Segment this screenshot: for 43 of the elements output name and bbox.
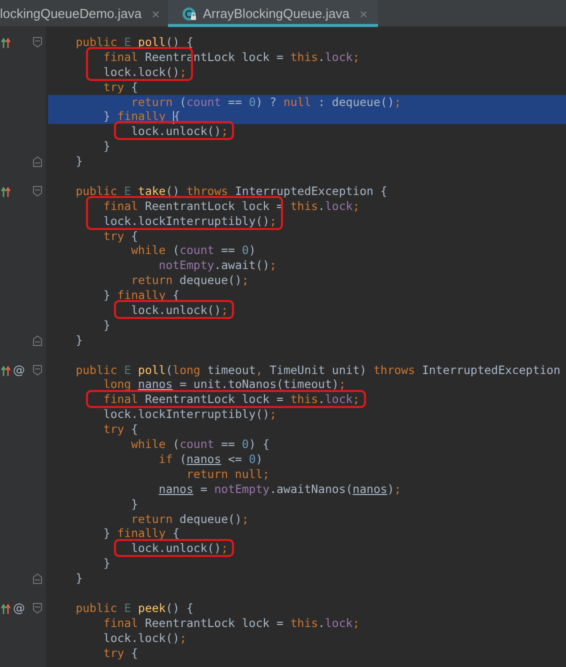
code-line: return dequeue(); <box>130 273 250 288</box>
code-line: } <box>102 556 112 572</box>
code-line: lock.unlock(); <box>130 541 230 556</box>
fold-icon <box>33 602 42 614</box>
fold-icon <box>33 186 42 197</box>
code-line: final ReentrantLock lock = this.lock; <box>102 616 361 631</box>
code-line: while (count == 0) { <box>130 437 271 452</box>
code-line: lock.lock(); <box>102 64 188 80</box>
annotation-mark: @ <box>12 363 26 378</box>
code-line: if (nanos <= 0) <box>158 452 264 467</box>
code-line: long nanos = unit.toNanos(timeout); <box>102 377 347 392</box>
annotation-mark: @ <box>12 601 26 616</box>
fold-icon <box>33 364 42 376</box>
editor-tab[interactable]: lockingQueueDemo.java × <box>0 0 168 27</box>
code-line: lock.unlock(); <box>130 124 230 140</box>
code-line: lock.lock(); <box>102 630 188 646</box>
code-line: try { <box>102 228 140 244</box>
code-line: lock.unlock(); <box>130 303 230 318</box>
code-line: return null; <box>185 466 271 482</box>
code-line: notEmpty.await(); <box>158 258 278 274</box>
code-line: public E peek() { <box>74 600 194 616</box>
code-line: } finally { <box>102 526 181 542</box>
code-line: lock.lockInterruptibly(); <box>102 214 278 229</box>
code-line: } <box>102 139 112 154</box>
close-icon[interactable]: × <box>152 6 160 22</box>
code-line: public E take() throws InterruptedException { <box>74 184 388 199</box>
code-line: } <box>74 154 84 170</box>
code-line: } <box>130 496 140 512</box>
editor-tab[interactable]: ArrayBlockingQueue.java × <box>168 0 378 27</box>
code-line: try { <box>102 422 140 438</box>
code-line: } <box>74 571 84 586</box>
code-line: return dequeue(); <box>130 512 250 526</box>
code-line: try { <box>102 646 140 660</box>
code-line: } <box>102 318 112 333</box>
code-line: public E poll() { <box>74 35 194 50</box>
code-line: nanos = notEmpty.awaitNanos(nanos); <box>158 482 402 497</box>
code-line: try { <box>102 80 140 95</box>
code-line: while (count == 0) <box>130 243 257 258</box>
code-line: final ReentrantLock lock = this.lock; <box>102 392 361 408</box>
fold-icon <box>33 36 42 48</box>
code-line: lock.lockInterruptibly(); <box>102 407 278 422</box>
code-line: } <box>74 332 84 348</box>
code-line: public E poll(long timeout, TimeUnit unit) throws InterruptedException <box>74 362 562 378</box>
